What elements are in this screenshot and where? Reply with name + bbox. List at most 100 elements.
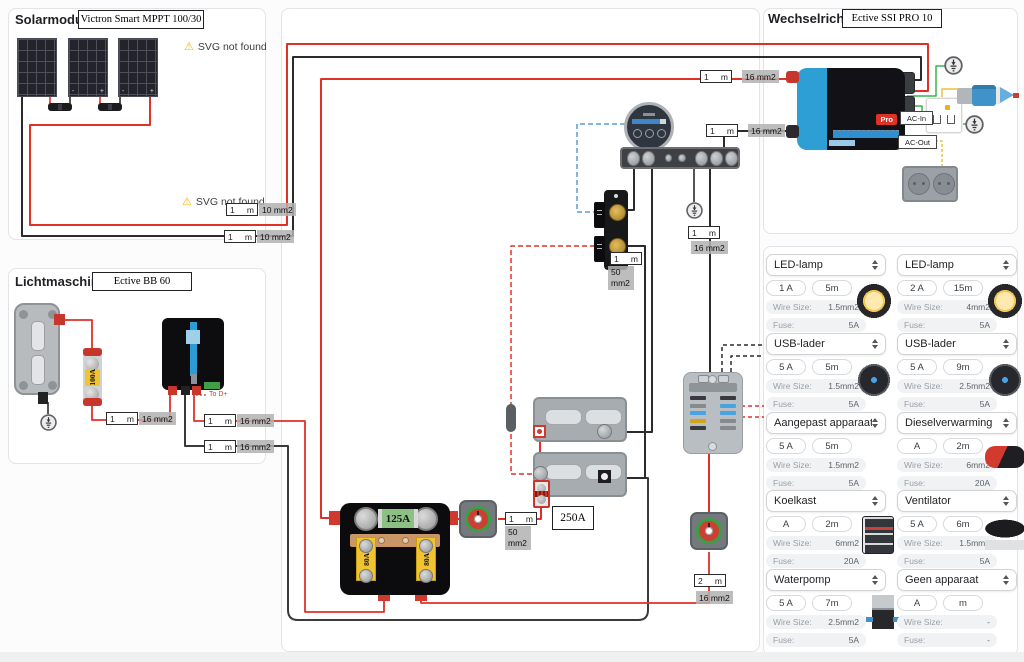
page-footer-strip	[0, 652, 1024, 662]
device-select[interactable]: Aangepast apparaat	[766, 412, 886, 434]
device-select[interactable]: USB-lader	[897, 333, 1017, 355]
b2b-charger-device[interactable]	[162, 318, 224, 390]
device-select[interactable]: Dieselverwarming	[897, 412, 1017, 434]
wire-length-input[interactable]: 1m	[106, 412, 138, 425]
fuse-125a-label: 125A	[378, 509, 418, 528]
battery-switch-2[interactable]	[690, 512, 728, 550]
wire-length-input[interactable]: 1m	[700, 70, 732, 83]
mc4-connector-icon	[48, 103, 72, 111]
amperage-input[interactable]: A	[897, 595, 937, 611]
wire-length-input[interactable]: 1m	[224, 230, 256, 243]
double-socket-device[interactable]	[902, 166, 958, 202]
wire-length-input[interactable]: 1m	[610, 252, 642, 265]
amperage-input[interactable]: A	[897, 438, 937, 454]
wire-size-chip: 10 mm2	[259, 203, 296, 216]
amperage-input[interactable]: 5 A	[766, 359, 806, 375]
cable-length-input[interactable]: 5m	[812, 280, 852, 296]
consumer-card: USB-lader 5 A 9m Wire Size: 2.5mm2 Fuse:…	[897, 333, 1017, 407]
led-icon	[985, 280, 1024, 322]
device-select[interactable]: Koelkast	[766, 490, 886, 512]
fuse-distribution-box[interactable]	[683, 372, 743, 454]
cable-length-input[interactable]: 15m	[943, 280, 983, 296]
amperage-input[interactable]: 5 A	[766, 438, 806, 454]
solar-model-box[interactable]: Victron Smart MPPT 100/30	[78, 10, 204, 29]
wire-length-input[interactable]: 2m	[694, 574, 726, 587]
fuse-row: Fuse: 5A	[766, 318, 866, 332]
wire-length-input[interactable]: 1m	[204, 414, 236, 427]
amperage-input[interactable]: 5 A	[897, 516, 937, 532]
solar-module-3[interactable]: - +	[118, 38, 158, 97]
wire-size-row: Wire Size: 1.5mm2	[766, 300, 866, 314]
alternator-model-box[interactable]: Ective BB 60	[92, 272, 192, 291]
device-select-label: USB-lader	[905, 338, 1003, 350]
battery-switch-1[interactable]	[459, 500, 497, 538]
wire-size-row: Wire Size: 6mm2	[897, 458, 997, 472]
fuse-value: 5A	[849, 478, 859, 488]
device-select[interactable]: USB-lader	[766, 333, 886, 355]
wire-size-row: Wire Size: 2.5mm2	[897, 379, 997, 393]
fan-icon	[985, 516, 1024, 558]
amperage-input[interactable]: 1 A	[766, 280, 806, 296]
solar-module-1[interactable]	[17, 38, 57, 97]
wire-size-label: Wire Size:	[773, 460, 812, 470]
shore-plug-icon[interactable]	[972, 85, 996, 106]
wire-size-value: 6mm2	[835, 538, 859, 548]
battery-monitor-device[interactable]	[624, 102, 674, 152]
cable-length-input[interactable]: 2m	[943, 438, 983, 454]
battery-fuse-holder[interactable]	[533, 480, 550, 508]
amperage-input[interactable]: A	[766, 516, 806, 532]
cable-length-input[interactable]: 5m	[812, 438, 852, 454]
select-stepper-icon	[1003, 260, 1009, 270]
consumer-card: Geen apparaat A m Wire Size: - Fuse: -	[897, 569, 1017, 643]
cable-length-input[interactable]: 2m	[812, 516, 852, 532]
heater-icon	[985, 446, 1024, 468]
solar-module-2[interactable]: - +	[68, 38, 108, 97]
wire-size-row: Wire Size: 6mm2	[766, 536, 866, 550]
wire-length-input[interactable]: 1m	[226, 203, 258, 216]
wire-length-input[interactable]: 1m	[505, 512, 537, 525]
consumer-card: Koelkast A 2m Wire Size: 6mm2 Fuse: 20A	[766, 490, 886, 564]
cable-length-input[interactable]: 5m	[812, 359, 852, 375]
fuse-80a-label: 80A	[422, 553, 431, 566]
fuse-label: Fuse:	[773, 478, 794, 488]
battery1-negative-terminal	[597, 424, 612, 439]
wire-size-chip: 16 mm2	[696, 591, 733, 604]
device-select[interactable]: Geen apparaat	[897, 569, 1017, 591]
device-select-label: Waterpomp	[774, 574, 872, 586]
fuse-label: Fuse:	[904, 556, 925, 566]
wire-length-input[interactable]: 1m	[204, 440, 236, 453]
cable-length-input[interactable]: 7m	[812, 595, 852, 611]
cable-length-input[interactable]: m	[943, 595, 983, 611]
amperage-input[interactable]: 5 A	[766, 595, 806, 611]
device-select[interactable]: Waterpomp	[766, 569, 886, 591]
cable-length-input[interactable]: 6m	[943, 516, 983, 532]
fuse-block-device[interactable]: 125A 80A 80A	[340, 503, 450, 595]
wire-size-label: Wire Size:	[773, 538, 812, 548]
device-select-label: Geen apparaat	[905, 574, 1003, 586]
amperage-input[interactable]: 5 A	[897, 359, 937, 375]
consumer-card: LED-lamp 2 A 15m Wire Size: 4mm2 Fuse: 5…	[897, 254, 1017, 328]
shore-plug-icon	[1013, 93, 1019, 98]
fuse-80a-label: 80A	[362, 553, 371, 566]
led-icon	[854, 280, 894, 322]
device-select[interactable]: LED-lamp	[897, 254, 1017, 276]
inverter-device[interactable]: Pro	[797, 68, 905, 150]
device-select[interactable]: Ventilator	[897, 490, 1017, 512]
wire-size-label: Wire Size:	[904, 381, 943, 391]
device-select[interactable]: LED-lamp	[766, 254, 886, 276]
cable-length-input[interactable]: 9m	[943, 359, 983, 375]
select-stepper-icon	[872, 418, 878, 428]
fuse-value: 20A	[975, 478, 990, 488]
wire-length-input[interactable]: 1m	[706, 124, 738, 137]
fuse-label: Fuse:	[904, 320, 925, 330]
wire-length-input[interactable]: 1m	[688, 226, 720, 239]
amperage-input[interactable]: 2 A	[897, 280, 937, 296]
busbar-device[interactable]	[620, 147, 740, 169]
fuse-100a-device[interactable]: 100A	[83, 348, 102, 406]
battery-1-device[interactable]	[533, 397, 627, 442]
fuse-row: Fuse: 5A	[766, 633, 866, 647]
inverter-model-box[interactable]: Ective SSI PRO 10	[842, 9, 942, 28]
wire-size-value: 1.5mm2	[828, 460, 859, 470]
warning-icon: ⚠	[182, 195, 192, 208]
consumer-card: Aangepast apparaat 5 A 5m Wire Size: 1.5…	[766, 412, 886, 486]
